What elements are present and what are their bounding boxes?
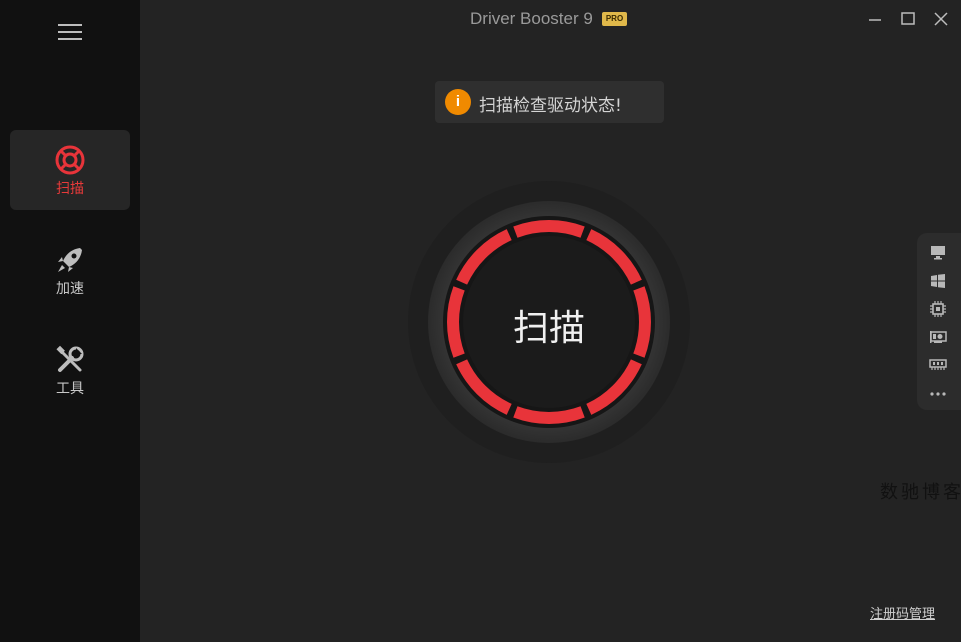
close-icon[interactable] [930, 8, 952, 30]
memory-icon[interactable] [929, 355, 947, 373]
banner-text: 扫描检查驱动状态! [479, 96, 622, 116]
hamburger-menu-icon[interactable] [58, 24, 82, 40]
app-title: Driver Booster 9 [470, 9, 593, 28]
sidebar-item-label: 工具 [56, 381, 84, 397]
sidebar: 扫描 加速 工具 [0, 0, 140, 642]
windows-icon[interactable] [929, 272, 947, 290]
minimize-icon[interactable] [864, 8, 886, 30]
info-icon: i [445, 89, 471, 115]
sidebar-item-boost[interactable]: 加速 [10, 230, 130, 310]
more-icon[interactable] [929, 385, 947, 403]
scan-button[interactable]: 扫描 [408, 181, 690, 463]
scan-button-label: 扫描 [512, 308, 585, 349]
sidebar-item-label: 加速 [56, 281, 84, 297]
hardware-side-panel [917, 233, 961, 410]
pro-badge: PRO [602, 12, 627, 26]
sidebar-item-label: 扫描 [56, 181, 84, 197]
main-area: Driver Booster 9 PRO i 扫描检查驱动状态! 扫描 数驰博客… [140, 0, 961, 642]
watermark: 数驰博客 [880, 482, 961, 503]
tools-icon [56, 345, 84, 372]
status-banner: i 扫描检查驱动状态! [435, 81, 664, 123]
sidebar-item-scan[interactable]: 扫描 [10, 130, 130, 210]
maximize-icon[interactable] [897, 8, 919, 30]
rocket-icon [58, 248, 82, 272]
lifebuoy-icon [55, 145, 85, 175]
register-code-link[interactable]: 注册码管理 [870, 603, 935, 622]
graphics-card-icon[interactable] [929, 328, 947, 346]
monitor-icon[interactable] [929, 243, 947, 261]
cpu-icon[interactable] [929, 300, 947, 318]
sidebar-item-tools[interactable]: 工具 [10, 330, 130, 410]
